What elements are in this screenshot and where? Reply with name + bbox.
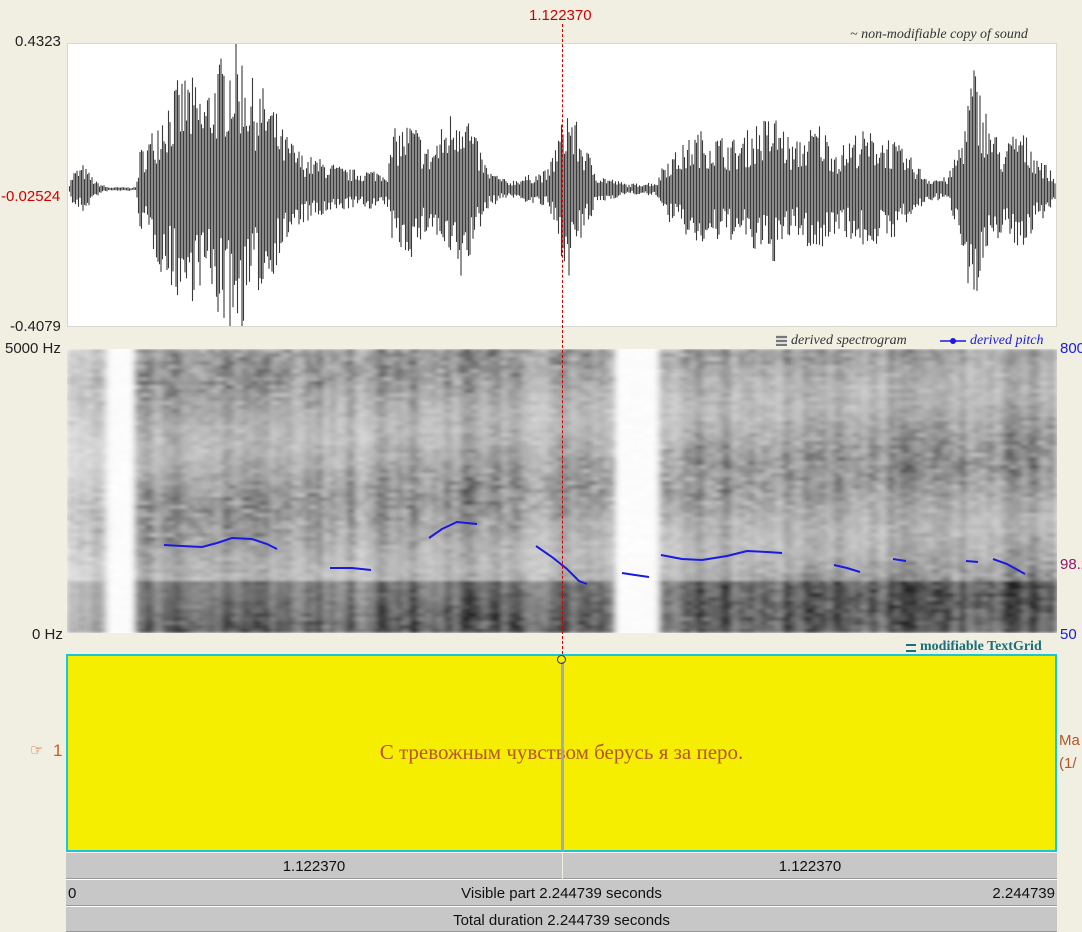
waveform-title: ~ non-modifiable copy of sound <box>850 27 1028 42</box>
textgrid-icon <box>906 644 916 652</box>
cursor-line-tier <box>561 662 564 852</box>
spectrogram-freq-top-label: 5000 Hz <box>5 340 61 357</box>
pitch-legend-icon <box>940 335 966 347</box>
cursor-line[interactable] <box>562 24 563 654</box>
waveform-ymid-label: -0.02524 <box>1 188 61 205</box>
tier-name: Ma <box>1059 732 1080 749</box>
visible-part-label: Visible part 2.244739 seconds <box>461 885 662 902</box>
segment-left-duration: 1.122370 <box>282 858 346 875</box>
pitch-top-label: 800 <box>1060 340 1082 357</box>
visible-end-label: 2.244739 <box>992 885 1055 902</box>
waveform-ymin-label: -0.4079 <box>10 318 61 335</box>
pitch-title: derived pitch <box>970 333 1044 348</box>
cursor-handle-icon[interactable] <box>557 655 566 664</box>
spectrogram-title: derived spectrogram <box>791 333 907 348</box>
textgrid-title: modifiable TextGrid <box>920 639 1042 654</box>
tier-number: 1 <box>53 741 63 760</box>
pitch-bottom-label: 50 <box>1060 626 1077 643</box>
segment-bar-left[interactable]: 1.122370 <box>66 852 562 879</box>
visible-part-bar[interactable]: 0 Visible part 2.244739 seconds 2.244739 <box>66 879 1057 906</box>
total-duration-label: Total duration 2.244739 seconds <box>453 912 670 929</box>
spectrogram-legend-icon <box>776 335 787 346</box>
cursor-time-label: 1.122370 <box>529 7 592 24</box>
spectrogram-freq-bottom-label: 0 Hz <box>32 626 63 643</box>
segment-bar-right[interactable]: 1.122370 <box>563 852 1057 879</box>
segment-right-duration: 1.122370 <box>778 858 842 875</box>
tier-count: (1/ <box>1059 755 1077 772</box>
pitch-contour-segment <box>965 560 979 563</box>
total-duration-bar[interactable]: Total duration 2.244739 seconds <box>66 906 1057 932</box>
waveform-ymax-label: 0.4323 <box>15 33 61 50</box>
tier-pointer-icon[interactable]: ☞ <box>30 741 43 759</box>
pitch-cursor-label: 98.2 <box>1060 556 1082 573</box>
